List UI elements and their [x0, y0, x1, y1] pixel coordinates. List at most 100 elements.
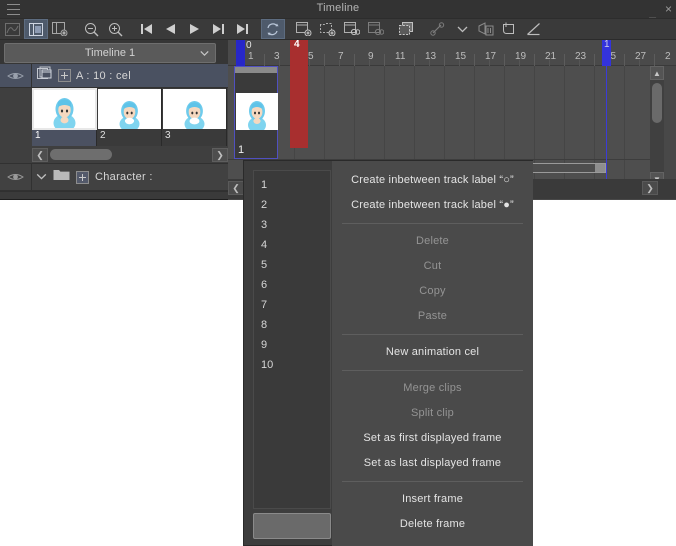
folder-icon [53, 168, 70, 186]
menu-item-set-first-displayed-frame[interactable]: Set as first displayed frame [332, 426, 533, 451]
cel-track-header[interactable]: A : 10 : cel [0, 64, 228, 88]
menu-item-merge-clips[interactable]: Merge clips [332, 376, 533, 401]
delete-keyframe-icon[interactable] [474, 19, 498, 39]
go-to-end-icon[interactable] [230, 19, 254, 39]
folder-clip-handle[interactable] [595, 164, 605, 172]
playhead[interactable]: 4 [290, 40, 308, 148]
context-menu-items: Create inbetween track label “○” Create … [332, 161, 533, 546]
eye-icon[interactable] [0, 164, 32, 190]
end-frame-marker[interactable]: 1 [602, 40, 611, 66]
ruler-tick-label: 17 [485, 51, 497, 62]
duplicate-cel-icon[interactable] [395, 19, 419, 39]
chevron-right-icon[interactable]: ❯ [642, 181, 658, 195]
cel-number: 2 [100, 130, 106, 141]
context-menu: 1 2 3 4 5 6 7 8 9 10 Create inbetween tr… [243, 160, 533, 546]
menu-item-delete-frame[interactable]: Delete frame [332, 512, 533, 537]
linear-interpolation-icon[interactable] [522, 19, 546, 39]
zoom-in-icon[interactable] [103, 19, 127, 39]
specify-cels-icon[interactable] [340, 19, 364, 39]
new-animation-cel-icon[interactable] [292, 19, 316, 39]
timeline-selector[interactable]: Timeline 1 [4, 43, 216, 63]
play-stop-icon[interactable] [182, 19, 206, 39]
menu-item-set-last-displayed-frame[interactable]: Set as last displayed frame [332, 451, 533, 476]
timeline-selector-value: Timeline 1 [84, 47, 136, 59]
plus-box-icon[interactable] [58, 69, 71, 82]
start-frame-marker[interactable] [236, 40, 245, 66]
playhead-frame-number: 4 [294, 40, 300, 50]
next-frame-icon[interactable] [206, 19, 230, 39]
vertical-scrollbar[interactable]: ▲ ▼ [650, 66, 664, 186]
chevron-down-icon[interactable] [450, 19, 474, 39]
cel-thumbnail-image [163, 89, 226, 129]
frame-number-item[interactable]: 8 [254, 315, 330, 335]
menu-item-split-clip[interactable]: Split clip [332, 401, 533, 426]
frame-number-item[interactable]: 2 [254, 195, 330, 215]
eye-icon[interactable] [0, 64, 32, 87]
ruler-tick-label: 11 [395, 51, 406, 62]
menu-item-new-animation-cel[interactable]: New animation cel [332, 340, 533, 365]
frame-number-list[interactable]: 1 2 3 4 5 6 7 8 9 10 [253, 170, 331, 509]
new-animation-folder-icon[interactable] [316, 19, 340, 39]
minimize-button[interactable]: _ [649, 6, 656, 18]
enable-timeline-icon[interactable] [24, 19, 48, 39]
chevron-down-icon[interactable] [36, 168, 47, 186]
loop-playback-icon[interactable] [261, 19, 285, 39]
close-button[interactable]: × [665, 3, 672, 15]
zoom-out-icon[interactable] [79, 19, 103, 39]
menu-item-create-inbetween-open[interactable]: Create inbetween track label “○” [332, 168, 533, 193]
frame-list-button[interactable] [253, 513, 331, 539]
chevron-down-icon [200, 49, 209, 58]
ruler-zero-label: 0 [246, 40, 252, 51]
cel-block-number: 1 [238, 144, 245, 156]
frame-number-item[interactable]: 7 [254, 295, 330, 315]
frame-number-item[interactable]: 10 [254, 355, 330, 375]
new-timeline-icon[interactable] [48, 19, 72, 39]
menu-separator [342, 481, 523, 482]
chevron-up-icon[interactable]: ▲ [650, 66, 664, 80]
cel-number: 3 [165, 130, 171, 141]
edit-timeline-icon[interactable] [0, 19, 24, 39]
frame-number-item[interactable]: 4 [254, 235, 330, 255]
cel-block-thumbnail [236, 93, 278, 130]
cel-thumbnail-item[interactable]: 2 [97, 88, 162, 146]
cel-number: 1 [35, 130, 41, 141]
menu-item-create-inbetween-filled[interactable]: Create inbetween track label “●” [332, 193, 533, 218]
plus-box-icon[interactable] [76, 170, 89, 184]
cel-thumbnail-item[interactable]: 1 [32, 88, 97, 146]
ruler-tick-label: 23 [575, 51, 587, 62]
layers-icon [37, 66, 53, 86]
vertical-scroll-thumb[interactable] [652, 83, 662, 123]
window-controls: _ × [649, 0, 672, 18]
menu-item-cut[interactable]: Cut [332, 254, 533, 279]
cel-thumbnail-item[interactable]: 3 [162, 88, 227, 146]
previous-frame-icon[interactable] [158, 19, 182, 39]
track-panel-filler [0, 191, 228, 199]
timeline-cel-block[interactable]: 1 [234, 66, 278, 159]
chevron-left-icon[interactable]: ❮ [228, 181, 244, 195]
frame-number-item[interactable]: 6 [254, 275, 330, 295]
copy-keyframe-icon[interactable] [498, 19, 522, 39]
menu-item-paste[interactable]: Paste [332, 304, 533, 329]
title-bar: Timeline _ × [0, 0, 676, 18]
chevron-left-icon[interactable]: ❮ [32, 148, 48, 162]
scroll-thumb[interactable] [50, 149, 112, 160]
frame-number-item[interactable]: 9 [254, 335, 330, 355]
chevron-right-icon[interactable]: ❯ [212, 148, 228, 162]
scroll-track[interactable] [48, 148, 212, 162]
folder-track-row[interactable]: Character : [0, 163, 228, 191]
enable-keyframe-icon[interactable] [426, 19, 450, 39]
cel-block-header [235, 67, 277, 73]
menu-item-insert-frame[interactable]: Insert frame [332, 487, 533, 512]
frame-number-item[interactable]: 3 [254, 215, 330, 235]
frame-number-item[interactable]: 1 [254, 175, 330, 195]
menu-item-copy[interactable]: Copy [332, 279, 533, 304]
end-frame-line [606, 66, 607, 186]
menu-separator [342, 334, 523, 335]
frame-number-item[interactable]: 5 [254, 255, 330, 275]
cel-strip-scrollbar[interactable]: ❮ ❯ [32, 147, 228, 163]
clear-cels-icon[interactable] [364, 19, 388, 39]
cel-track-header-body: A : 10 : cel [32, 66, 228, 86]
go-to-start-icon[interactable] [134, 19, 158, 39]
menu-item-delete[interactable]: Delete [332, 229, 533, 254]
ruler-tick-label: 1 [248, 51, 254, 62]
